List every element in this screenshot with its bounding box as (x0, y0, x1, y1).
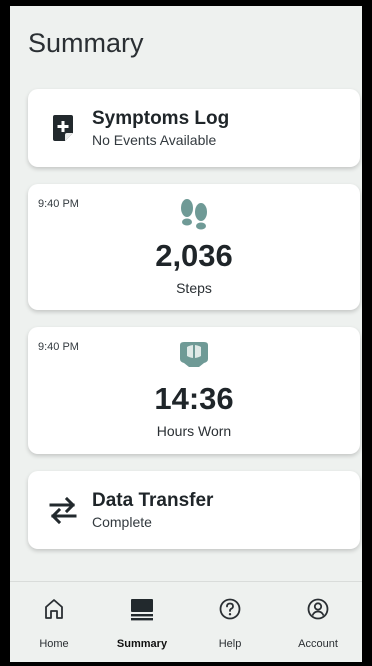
hours-worn-card[interactable]: 9:40 PM 14:36 Hours Worn (28, 327, 360, 454)
steps-card[interactable]: 9:40 PM 2,036 Steps (28, 184, 360, 310)
hours-worn-value: 14:36 (154, 381, 234, 416)
nav-account[interactable]: Account (274, 582, 362, 662)
nav-home[interactable]: Home (10, 582, 98, 662)
brace-icon (177, 341, 211, 374)
footsteps-icon (176, 198, 212, 237)
data-transfer-status: Complete (92, 514, 152, 530)
nav-home-label: Home (39, 638, 69, 650)
bottom-nav: Home Summary Help Account (10, 582, 362, 662)
nav-help[interactable]: Help (186, 582, 274, 662)
summary-icon (129, 596, 155, 622)
page-title: Summary (28, 28, 144, 58)
account-icon (305, 596, 331, 622)
swap-arrows-icon (46, 493, 80, 527)
nav-summary-label: Summary (116, 638, 168, 650)
symptoms-log-status: No Events Available (92, 132, 217, 148)
help-icon (217, 596, 243, 622)
symptoms-log-card[interactable]: Symptoms Log No Events Available (28, 89, 360, 167)
steps-unit: Steps (176, 280, 212, 296)
app-screen: Summary Symptoms Log No Events Available… (10, 6, 362, 662)
steps-value: 2,036 (155, 238, 233, 273)
symptoms-log-title: Symptoms Log (92, 108, 230, 129)
data-transfer-title: Data Transfer (92, 490, 214, 511)
steps-timestamp: 9:40 PM (38, 198, 79, 210)
home-icon (41, 596, 67, 622)
note-add-icon (46, 111, 80, 145)
nav-account-label: Account (298, 638, 338, 650)
data-transfer-card[interactable]: Data Transfer Complete (28, 471, 360, 549)
nav-summary[interactable]: Summary (98, 582, 186, 662)
hours-worn-timestamp: 9:40 PM (38, 341, 79, 353)
nav-help-label: Help (218, 638, 242, 650)
hours-worn-unit: Hours Worn (156, 423, 232, 439)
